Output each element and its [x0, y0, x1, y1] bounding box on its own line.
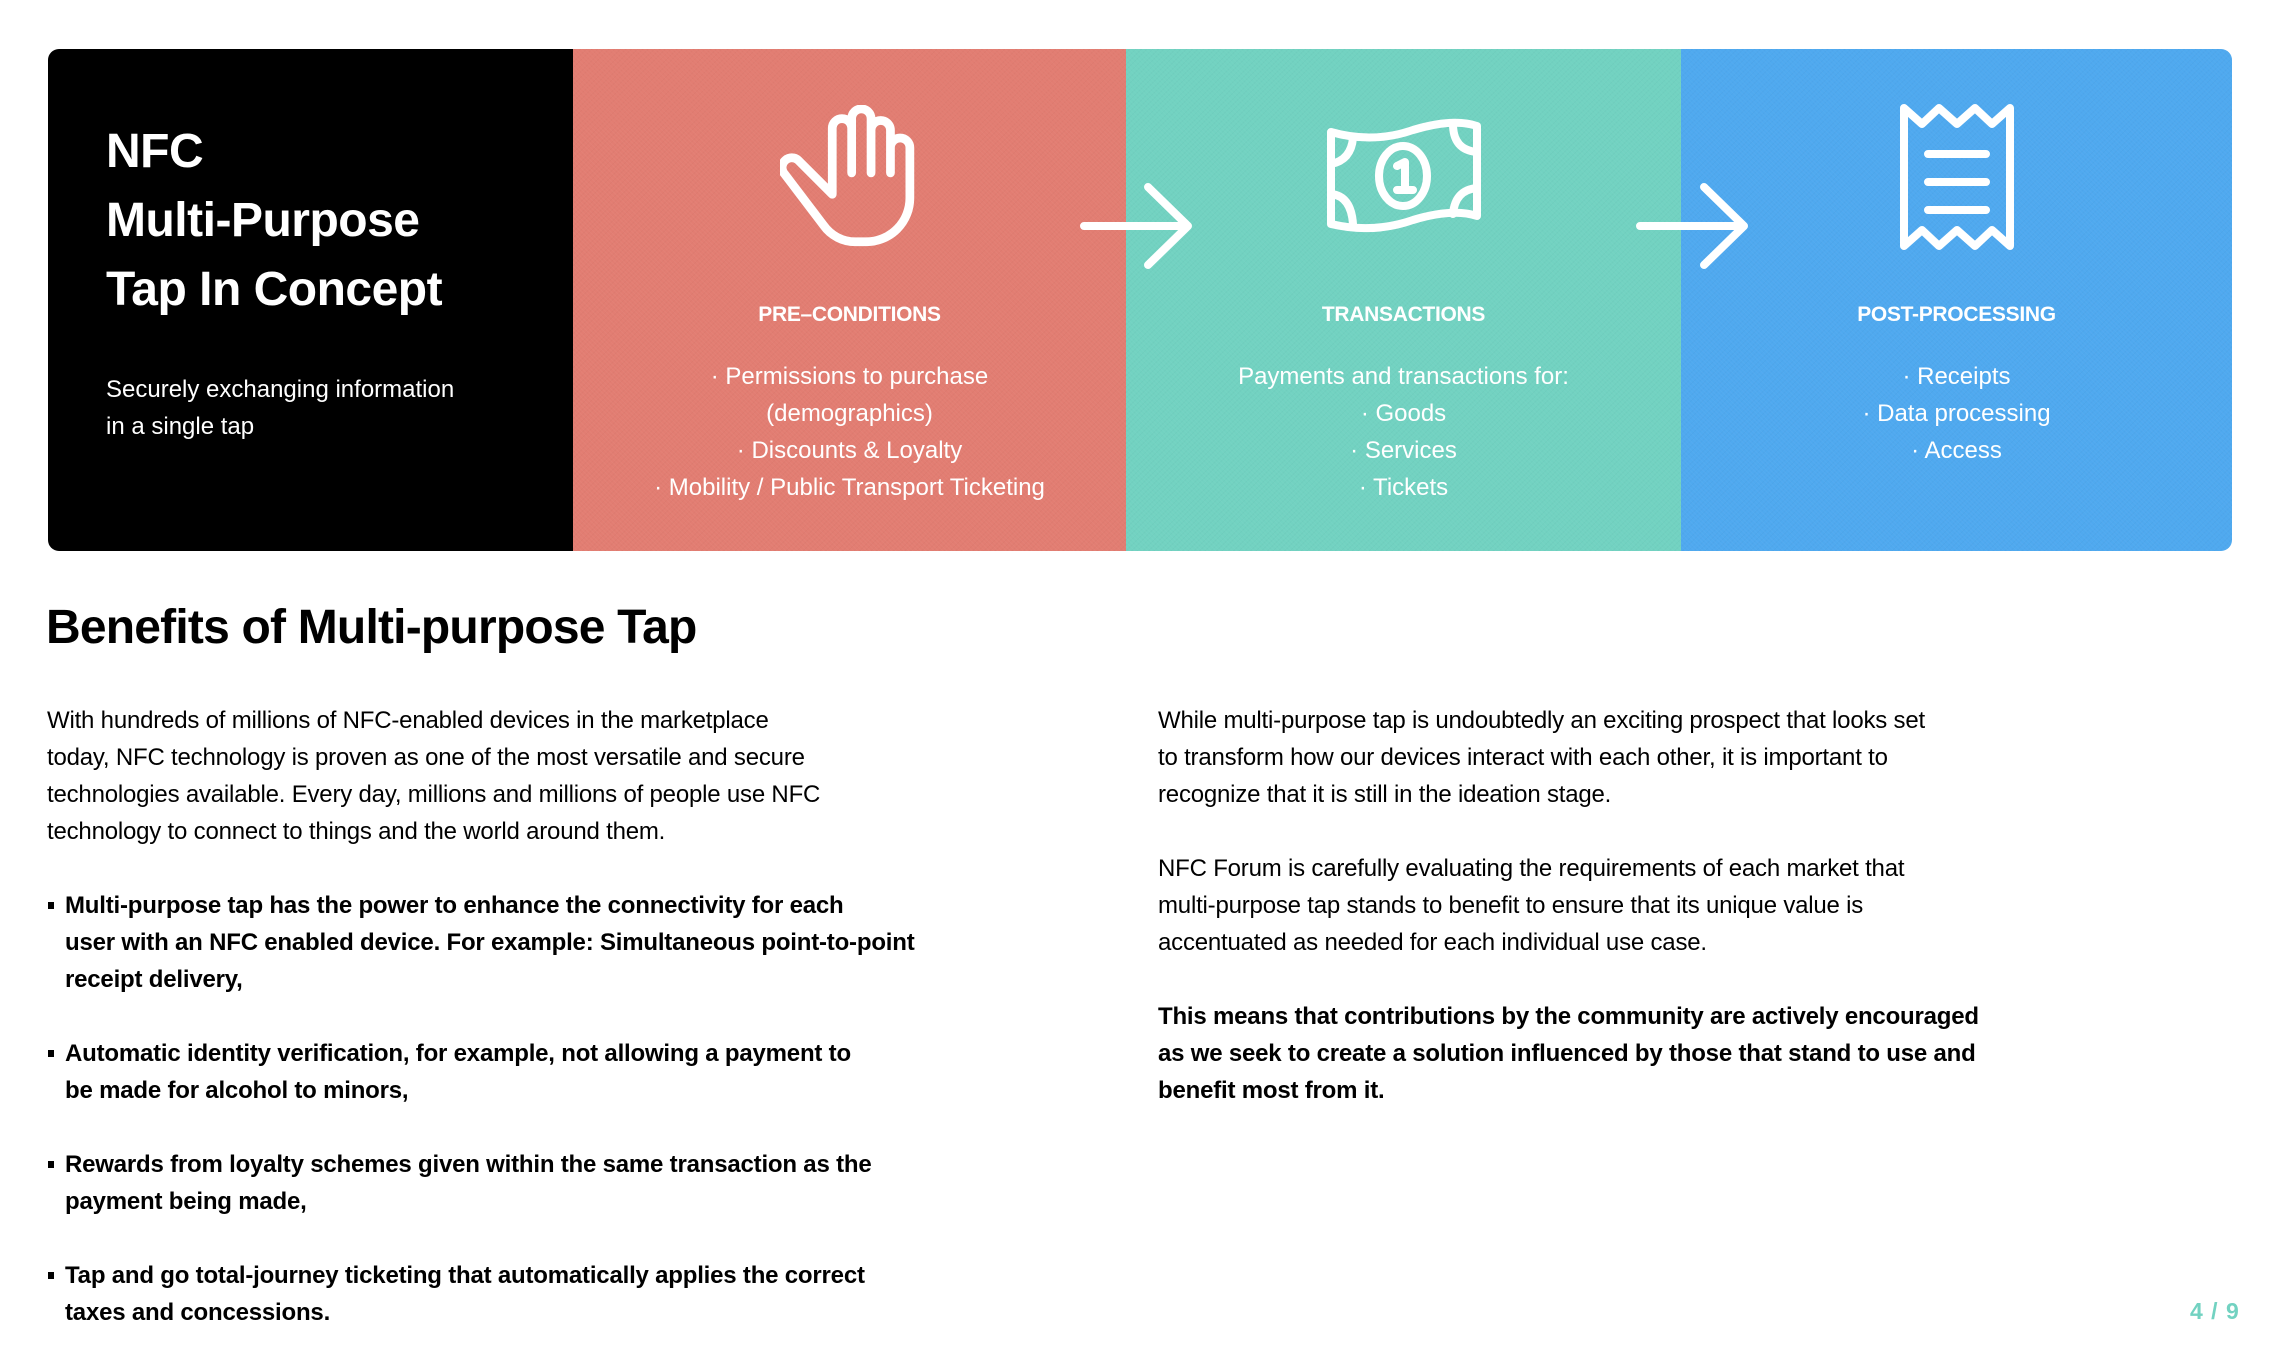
paragraph: NFC Forum is carefully evaluating the re… — [1158, 850, 2058, 961]
page-number: 4 / 9 — [2190, 1298, 2240, 1324]
list-item: Rewards from loyalty schemes given withi… — [47, 1146, 1007, 1220]
list-item-line: be made for alcohol to minors, — [65, 1077, 409, 1104]
stage-title: PRE–CONDITIONS — [758, 303, 941, 326]
hand-icon — [779, 105, 914, 247]
paragraph-line: technology to connect to things and the … — [47, 818, 666, 845]
stage-transactions: TRANSACTIONS Payments and transactions f… — [1126, 49, 1681, 551]
paragraph-line: technologies available. Every day, milli… — [47, 781, 821, 808]
stage-pre-conditions: PRE–CONDITIONS · Permissions to purchase… — [573, 49, 1126, 551]
paragraph-line: With hundreds of millions of NFC-enabled… — [47, 707, 769, 734]
paragraph-line: While multi-purpose tap is undoubtedly a… — [1158, 707, 1925, 734]
hero-title-line: Tap In Concept — [106, 263, 443, 316]
list-item: Multi-purpose tap has the power to enhan… — [47, 887, 1007, 998]
paragraph-line: This means that contributions by the com… — [1158, 1003, 1979, 1030]
stage-list-item: · Services — [1350, 437, 1457, 464]
list-item-line: Rewards from loyalty schemes given withi… — [65, 1151, 872, 1178]
benefits-left-column: With hundreds of millions of NFC-enabled… — [47, 702, 1007, 1368]
list-item-line: taxes and concessions. — [65, 1299, 331, 1326]
list-item-line: user with an NFC enabled device. For exa… — [65, 929, 915, 956]
paragraph-line: recognize that it is still in the ideati… — [1158, 781, 1612, 808]
intro-paragraph: With hundreds of millions of NFC-enabled… — [47, 702, 1007, 850]
stage-post-processing: POST-PROCESSING · Receipts · Data proces… — [1681, 49, 2232, 551]
stage-list-item: · Receipts — [1902, 363, 2011, 390]
paragraph-line: as we seek to create a solution influenc… — [1158, 1040, 1976, 1067]
hero-title-line: Multi-Purpose — [106, 194, 420, 247]
call-to-action-paragraph: This means that contributions by the com… — [1158, 998, 2058, 1109]
paragraph-line: accentuated as needed for each individua… — [1158, 929, 1707, 956]
list-item-line: receipt delivery, — [65, 966, 243, 993]
benefits-right-column: While multi-purpose tap is undoubtedly a… — [1158, 702, 2058, 1109]
stage-list: · Receipts · Data processing · Access — [1681, 358, 2232, 469]
list-item-line: Multi-purpose tap has the power to enhan… — [65, 892, 844, 919]
stage-title: TRANSACTIONS — [1321, 303, 1486, 326]
hero-subtitle-line: Securely exchanging information — [106, 376, 455, 403]
list-item-line: Tap and go total-journey ticketing that … — [65, 1262, 865, 1289]
hero-title-line: NFC — [106, 125, 204, 178]
hero-subtitle-line: in a single tap — [106, 413, 255, 440]
paragraph-line: benefit most from it. — [1158, 1077, 1385, 1104]
paragraph: While multi-purpose tap is undoubtedly a… — [1158, 702, 2058, 813]
stage-list-item: · Mobility / Public Transport Ticketing — [654, 474, 1045, 501]
arrow-right-icon — [1080, 183, 1192, 269]
paragraph-line: multi-purpose tap stands to benefit to e… — [1158, 892, 1864, 919]
stage-list-item: · Goods — [1360, 400, 1447, 427]
stage-list: Payments and transactions for: · Goods ·… — [1126, 358, 1681, 506]
intro-panel: NFC Multi-Purpose Tap In Concept Securel… — [48, 49, 573, 551]
hero-subtitle: Securely exchanging information in a sin… — [106, 371, 454, 445]
list-item: Tap and go total-journey ticketing that … — [47, 1257, 1007, 1331]
hero-title: NFC Multi-Purpose Tap In Concept — [106, 117, 443, 324]
section-heading: Benefits of Multi-purpose Tap — [46, 601, 697, 654]
stage-list-item: · Data processing — [1862, 400, 2051, 427]
stage-title: POST-PROCESSING — [1857, 303, 2056, 326]
stage-list-item: · Permissions to purchase — [710, 363, 989, 390]
stage-list-item: · Tickets — [1358, 474, 1449, 501]
list-item: Automatic identity verification, for exa… — [47, 1035, 1007, 1109]
paragraph-line: today, NFC technology is proven as one o… — [47, 744, 805, 771]
paragraph-line: to transform how our devices interact wi… — [1158, 744, 1888, 771]
stage-list-item: · Discounts & Loyalty — [736, 437, 963, 464]
stage-list-item: · Access — [1911, 437, 2002, 464]
stage-list-item: Payments and transactions for: — [1238, 363, 1569, 390]
stage-list-item: (demographics) — [766, 400, 933, 427]
list-item-line: Automatic identity verification, for exa… — [65, 1040, 851, 1067]
concept-banner: NFC Multi-Purpose Tap In Concept Securel… — [48, 49, 2232, 551]
paragraph-line: NFC Forum is carefully evaluating the re… — [1158, 855, 1905, 882]
benefits-list: Multi-purpose tap has the power to enhan… — [47, 887, 1007, 1331]
receipt-icon — [1899, 104, 2014, 250]
stage-list: · Permissions to purchase (demographics)… — [573, 358, 1126, 506]
arrow-right-icon — [1636, 183, 1748, 269]
list-item-line: payment being made, — [65, 1188, 307, 1215]
banknote-icon — [1326, 118, 1481, 233]
